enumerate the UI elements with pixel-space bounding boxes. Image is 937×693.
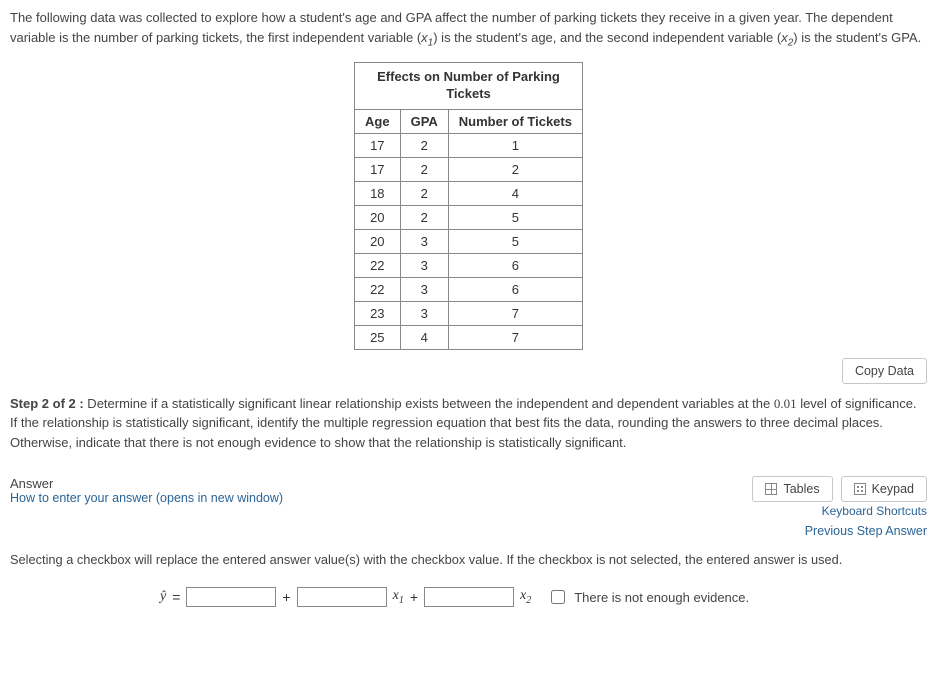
copy-data-button[interactable]: Copy Data	[842, 358, 927, 384]
col-gpa: GPA	[400, 109, 448, 133]
col-age: Age	[355, 109, 401, 133]
keypad-icon	[854, 483, 866, 495]
plus-sign-2: +	[410, 589, 418, 605]
table-row: 2547	[355, 325, 583, 349]
coef-x1-input[interactable]	[297, 587, 387, 607]
table-icon	[765, 483, 777, 495]
equation-input-row: ŷ = + x1 + x2 There is not enough eviden…	[10, 587, 927, 607]
not-enough-evidence-label: There is not enough evidence.	[574, 590, 749, 605]
not-enough-evidence-checkbox[interactable]	[551, 590, 565, 604]
table-row: 1722	[355, 157, 583, 181]
checkbox-help-text: Selecting a checkbox will replace the en…	[10, 552, 927, 567]
equals-sign: =	[172, 589, 180, 605]
table-row: 2236	[355, 277, 583, 301]
keypad-button[interactable]: Keypad	[841, 476, 927, 502]
step-label: Step 2 of 2 :	[10, 396, 84, 411]
var-x1: x1	[421, 30, 433, 45]
answer-label: Answer	[10, 476, 283, 491]
how-to-enter-link[interactable]: How to enter your answer (opens in new w…	[10, 491, 283, 505]
table-row: 2025	[355, 205, 583, 229]
table-row: 2236	[355, 253, 583, 277]
previous-step-answer-link[interactable]: Previous Step Answer	[805, 524, 927, 538]
x1-term: x1	[393, 588, 404, 606]
x2-term: x2	[520, 588, 531, 606]
col-tickets: Number of Tickets	[448, 109, 582, 133]
intro-text-b: ) is the student's age, and the second i…	[433, 30, 781, 45]
plus-sign-1: +	[282, 589, 290, 605]
table-row: 2337	[355, 301, 583, 325]
table-row: 2035	[355, 229, 583, 253]
problem-intro: The following data was collected to expl…	[10, 8, 927, 50]
intercept-input[interactable]	[186, 587, 276, 607]
tables-button[interactable]: Tables	[752, 476, 832, 502]
table-caption: Effects on Number of Parking Tickets	[354, 62, 583, 109]
table-header-row: Age GPA Number of Tickets	[355, 109, 583, 133]
var-x2: x2	[781, 30, 793, 45]
keyboard-shortcuts-link[interactable]: Keyboard Shortcuts	[822, 504, 927, 518]
not-enough-evidence-option[interactable]: There is not enough evidence.	[547, 587, 749, 607]
table-row: 1824	[355, 181, 583, 205]
data-table: Effects on Number of Parking Tickets Age…	[354, 62, 583, 350]
coef-x2-input[interactable]	[424, 587, 514, 607]
table-row: 1721	[355, 133, 583, 157]
y-hat-symbol: ŷ	[160, 589, 166, 605]
intro-text-c: ) is the student's GPA.	[793, 30, 921, 45]
step-instructions: Step 2 of 2 : Determine if a statistical…	[10, 394, 927, 453]
